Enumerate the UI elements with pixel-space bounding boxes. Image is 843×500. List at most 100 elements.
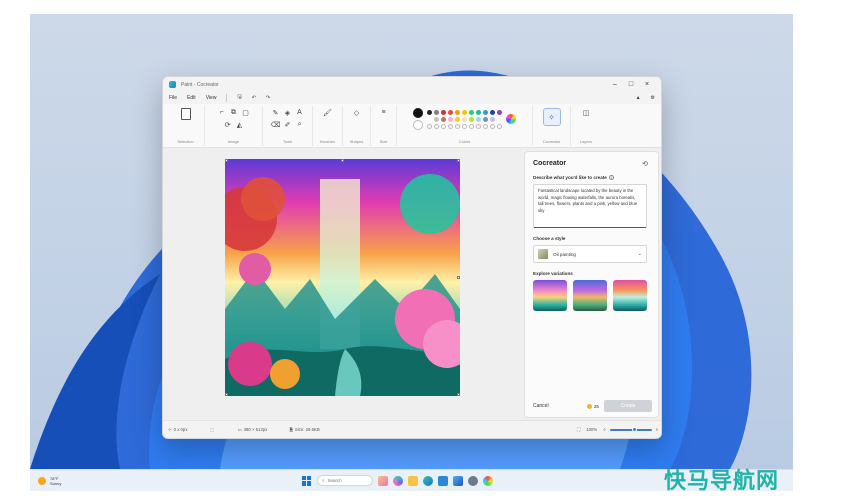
color-swatch[interactable] bbox=[441, 117, 446, 122]
notification-icon[interactable]: ▲ bbox=[636, 95, 641, 101]
canvas-handle[interactable] bbox=[457, 276, 460, 279]
color-swatch[interactable] bbox=[483, 110, 488, 115]
color-swatch[interactable] bbox=[462, 124, 467, 129]
cocreator-panel: Cocreator ⟲ Describe what you'd like to … bbox=[524, 151, 659, 418]
create-button[interactable]: Create bbox=[604, 400, 652, 412]
color-picker-icon[interactable]: ✐ bbox=[283, 120, 292, 129]
variation-thumbnail[interactable] bbox=[573, 280, 607, 311]
save-icon[interactable]: 🖫 bbox=[237, 94, 241, 102]
color-swatch[interactable] bbox=[427, 124, 432, 129]
color-swatch[interactable] bbox=[476, 124, 481, 129]
crop-icon[interactable]: ⌐ bbox=[217, 108, 226, 117]
fill-icon[interactable]: ◈ bbox=[283, 108, 292, 117]
widgets-icon[interactable] bbox=[378, 476, 388, 486]
canvas-handle[interactable] bbox=[457, 159, 460, 162]
color-swatch[interactable] bbox=[434, 110, 439, 115]
taskbar-search[interactable]: ⌕Search bbox=[317, 475, 373, 486]
canvas-handle[interactable] bbox=[341, 159, 344, 162]
zoom-slider-knob[interactable] bbox=[632, 427, 637, 432]
layers-icon[interactable]: ◫ bbox=[582, 108, 591, 117]
color-swatch[interactable] bbox=[434, 117, 439, 122]
size-icon[interactable]: ≡ bbox=[379, 108, 388, 117]
selection-tool[interactable] bbox=[181, 108, 191, 120]
color-swatch[interactable] bbox=[441, 110, 446, 115]
color-swatch[interactable] bbox=[455, 110, 460, 115]
color-swatch[interactable] bbox=[441, 124, 446, 129]
paint-taskbar-icon[interactable] bbox=[483, 476, 493, 486]
undo-icon[interactable]: ↶ bbox=[252, 95, 256, 101]
color-swatch[interactable] bbox=[455, 124, 460, 129]
color-swatch[interactable] bbox=[469, 124, 474, 129]
color-swatch[interactable] bbox=[490, 117, 495, 122]
menu-view[interactable]: View bbox=[206, 95, 217, 101]
flip-icon[interactable]: ◭ bbox=[235, 120, 244, 129]
minimize-button[interactable]: – bbox=[607, 81, 623, 88]
cancel-button[interactable]: Cancel bbox=[533, 403, 587, 409]
color-swatch[interactable] bbox=[469, 117, 474, 122]
color-swatch[interactable] bbox=[476, 110, 481, 115]
menu-edit[interactable]: Edit bbox=[187, 95, 196, 101]
variation-thumbnail[interactable] bbox=[613, 280, 647, 311]
color-swatch[interactable] bbox=[434, 124, 439, 129]
store-icon[interactable] bbox=[438, 476, 448, 486]
copilot-icon[interactable] bbox=[393, 476, 403, 486]
secondary-color-swatch[interactable] bbox=[413, 120, 423, 130]
fit-to-window-icon[interactable]: ⛶ bbox=[577, 427, 580, 432]
text-icon[interactable]: A bbox=[295, 108, 304, 117]
color-swatch[interactable] bbox=[476, 117, 481, 122]
drawing-canvas[interactable] bbox=[225, 159, 460, 396]
close-button[interactable]: × bbox=[639, 81, 655, 88]
photos-icon[interactable] bbox=[453, 476, 463, 486]
pencil-icon[interactable]: ✎ bbox=[271, 108, 280, 117]
eraser-icon[interactable]: ⌫ bbox=[271, 120, 280, 129]
maximize-button[interactable]: □ bbox=[623, 81, 639, 88]
taskbar-center: ⌕Search bbox=[302, 475, 493, 486]
rotate-icon[interactable]: ⟳ bbox=[223, 120, 232, 129]
color-swatch[interactable] bbox=[455, 117, 460, 122]
zoom-level[interactable]: 100% bbox=[586, 427, 597, 432]
shapes-icon[interactable]: ◇ bbox=[352, 108, 361, 117]
color-swatch[interactable] bbox=[448, 117, 453, 122]
cocreator-button[interactable]: ✧ bbox=[543, 108, 561, 126]
color-swatch[interactable] bbox=[490, 124, 495, 129]
search-icon: ⌕ bbox=[322, 478, 325, 483]
resize-icon[interactable]: ⧉ bbox=[229, 108, 238, 117]
canvas-handle[interactable] bbox=[457, 393, 460, 396]
color-swatch[interactable] bbox=[497, 110, 502, 115]
start-button[interactable] bbox=[302, 476, 312, 486]
zoom-in-icon[interactable]: ⌕ bbox=[656, 427, 658, 432]
redo-icon[interactable]: ↷ bbox=[266, 95, 270, 101]
primary-color-swatch[interactable] bbox=[413, 108, 423, 118]
color-swatch[interactable] bbox=[462, 110, 467, 115]
color-swatch[interactable] bbox=[427, 117, 432, 122]
color-swatch[interactable] bbox=[483, 124, 488, 129]
color-swatch[interactable] bbox=[497, 117, 502, 122]
image-select-icon[interactable]: ▢ bbox=[241, 108, 250, 117]
color-swatch[interactable] bbox=[497, 124, 502, 129]
prompt-input[interactable]: Fantastical landscape located by the bea… bbox=[533, 184, 647, 228]
color-swatch[interactable] bbox=[469, 110, 474, 115]
color-swatch[interactable] bbox=[462, 117, 467, 122]
canvas-handle[interactable] bbox=[225, 159, 228, 162]
history-icon[interactable]: ⟲ bbox=[642, 160, 648, 168]
zoom-out-icon[interactable]: ⌕ bbox=[603, 427, 605, 432]
color-swatch[interactable] bbox=[427, 110, 432, 115]
menu-file[interactable]: File bbox=[169, 95, 177, 101]
variation-thumbnail[interactable] bbox=[533, 280, 567, 311]
color-wheel-icon[interactable] bbox=[506, 114, 516, 124]
edge-icon[interactable] bbox=[423, 476, 433, 486]
style-dropdown[interactable]: Oil painting ⌄ bbox=[533, 245, 647, 263]
info-icon[interactable]: i bbox=[609, 175, 614, 180]
color-swatch[interactable] bbox=[448, 124, 453, 129]
settings-app-icon[interactable] bbox=[468, 476, 478, 486]
color-swatch[interactable] bbox=[490, 110, 495, 115]
weather-widget[interactable]: 78°FSunny bbox=[38, 476, 61, 486]
settings-icon[interactable]: ⚙ bbox=[651, 95, 655, 101]
color-swatch[interactable] bbox=[448, 110, 453, 115]
magnifier-icon[interactable]: ⌕ bbox=[295, 120, 304, 129]
file-explorer-icon[interactable] bbox=[408, 476, 418, 486]
color-swatch[interactable] bbox=[483, 117, 488, 122]
brush-icon[interactable]: 🖌 bbox=[323, 108, 332, 117]
canvas-handle[interactable] bbox=[225, 393, 228, 396]
zoom-slider[interactable] bbox=[610, 429, 652, 431]
